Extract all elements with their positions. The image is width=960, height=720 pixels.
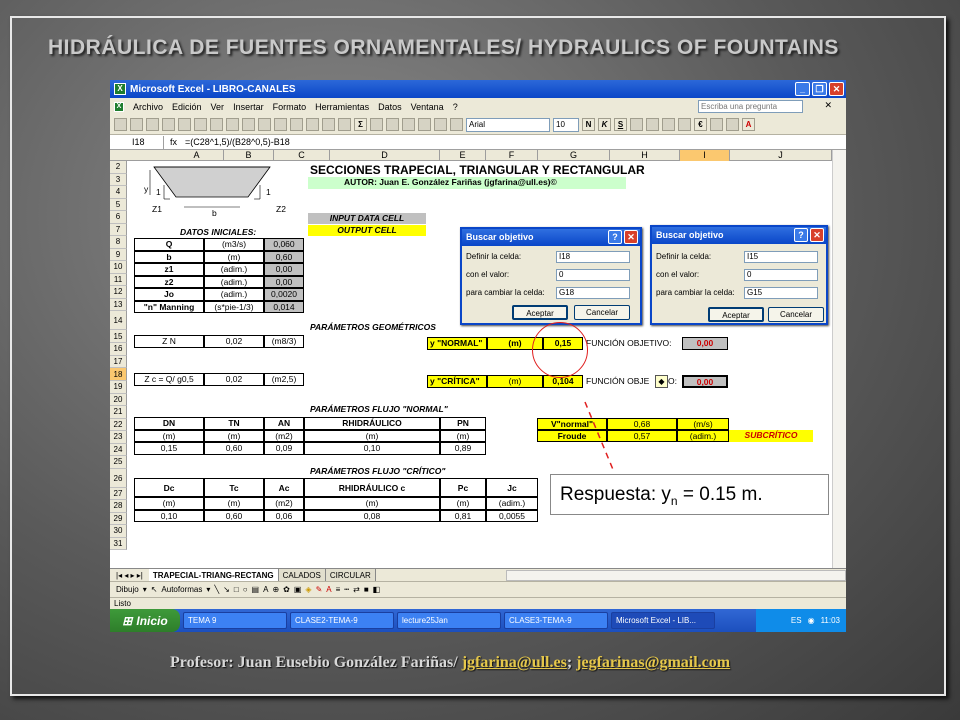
slide-footer: Profesor: Juan Eusebio González Fariñas/… <box>170 654 730 672</box>
footer-author: Profesor: Juan Eusebio González Fariñas/ <box>170 654 462 671</box>
answer-suffix: = 0.15 m. <box>677 484 763 505</box>
slide-background: HIDRÁULICA DE FUENTES ORNAMENTALES/ HYDR… <box>0 0 960 720</box>
highlight-circle <box>532 322 588 378</box>
answer-subscript: n <box>670 493 678 508</box>
annotation-dashed-arrow <box>584 401 615 473</box>
footer-email-2[interactable]: jegfarinas@gmail.com <box>576 654 730 671</box>
footer-sep: ; <box>566 654 577 671</box>
answer-callout: Respuesta: yn = 0.15 m. <box>550 474 829 515</box>
footer-email-1[interactable]: jgfarina@ull.es <box>462 654 567 671</box>
answer-prefix: Respuesta: y <box>560 484 671 505</box>
